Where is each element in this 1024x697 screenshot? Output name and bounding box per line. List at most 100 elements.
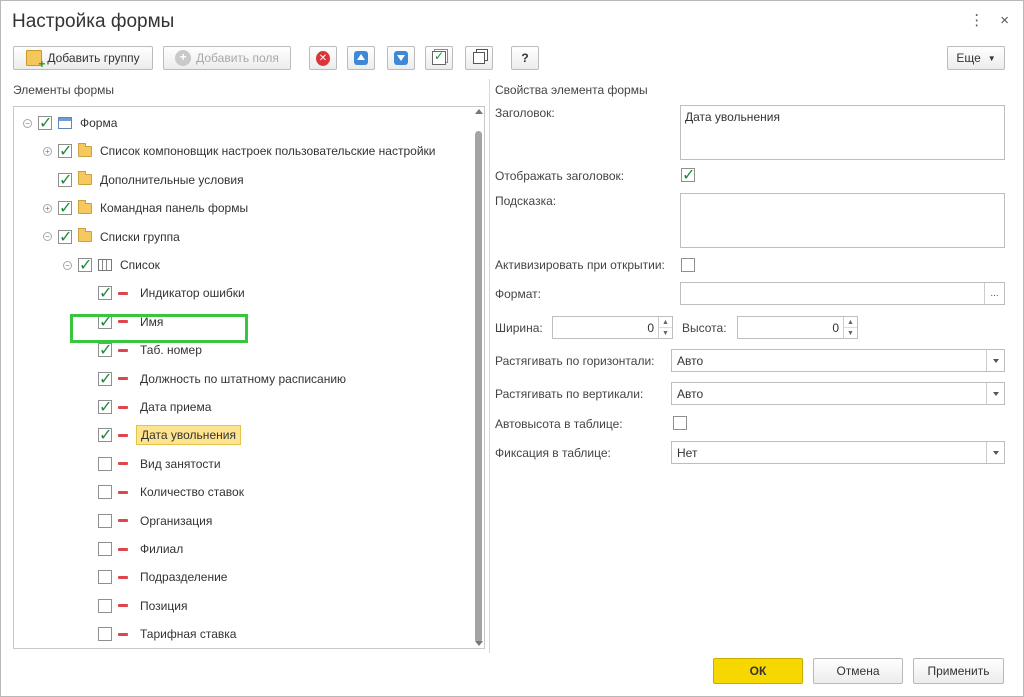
cancel-button[interactable]: Отмена — [813, 658, 903, 684]
tree-item-checkbox[interactable] — [98, 456, 112, 471]
close-icon[interactable]: × — [1000, 13, 1009, 29]
tree-item-label: Форма — [80, 116, 118, 130]
show-caption-checkbox[interactable] — [681, 165, 695, 185]
tree-item[interactable]: − Форма — [23, 112, 117, 134]
tree-item-checkbox[interactable] — [58, 227, 72, 247]
help-button[interactable]: ? — [511, 46, 539, 70]
tree-item[interactable]: Имя — [83, 311, 163, 333]
uncheck-all-button[interactable] — [465, 46, 493, 70]
tree-item-checkbox[interactable] — [98, 513, 112, 528]
tree-item-checkbox[interactable] — [58, 141, 72, 161]
tree-item[interactable]: Организация — [83, 510, 212, 532]
tree-item-checkbox[interactable] — [98, 542, 112, 556]
tree-item-checkbox[interactable] — [98, 369, 112, 389]
more-menu-icon[interactable]: ⋮ — [969, 13, 984, 29]
field-icon — [118, 291, 128, 295]
tree-item-label: Вид занятости — [140, 456, 221, 471]
tree-item-checkbox[interactable] — [38, 113, 52, 133]
delete-button[interactable]: ✕ — [309, 46, 337, 70]
spin-down-icon[interactable]: ▼ — [659, 328, 672, 338]
tree-item[interactable]: Подразделение — [83, 566, 227, 588]
tree-item-checkbox[interactable] — [98, 485, 112, 500]
tree-item[interactable]: + Список компоновщик настроек пользовател… — [43, 140, 435, 162]
tree-item[interactable]: Индикатор ошибки — [83, 282, 245, 304]
tree-item[interactable]: Дополнительные условия — [43, 169, 244, 191]
hint-field[interactable] — [680, 193, 1005, 248]
scroll-thumb[interactable] — [475, 131, 482, 643]
tree-item[interactable]: Дата приема — [83, 396, 211, 418]
horizontal-stretch-select[interactable]: Авто — [671, 349, 1005, 372]
move-up-button[interactable] — [347, 46, 375, 70]
activate-on-open-checkbox[interactable] — [681, 258, 695, 272]
caption-field[interactable]: Дата увольнения — [680, 105, 1005, 160]
chevron-down-icon[interactable] — [986, 442, 1004, 463]
width-label: Ширина: — [495, 321, 543, 335]
width-stepper[interactable]: ▲ ▼ — [658, 317, 672, 338]
tree-item-checkbox[interactable] — [98, 312, 112, 332]
chevron-down-icon: ▼ — [987, 53, 996, 63]
tree-item-checkbox[interactable] — [58, 170, 72, 190]
spin-down-icon[interactable]: ▼ — [844, 328, 857, 338]
field-icon — [118, 490, 128, 494]
spin-up-icon[interactable]: ▲ — [659, 317, 672, 328]
spin-up-icon[interactable]: ▲ — [844, 317, 857, 328]
move-down-button[interactable] — [387, 46, 415, 70]
tree-item-checkbox[interactable] — [98, 397, 112, 417]
format-select-button[interactable]: ... — [984, 283, 1004, 304]
add-group-button[interactable]: Добавить группу — [13, 46, 153, 71]
horizontal-stretch-label: Растягивать по горизонтали: — [495, 354, 655, 368]
expand-icon[interactable]: + — [43, 146, 52, 156]
ok-button[interactable]: ОК — [713, 658, 803, 684]
tree-item[interactable]: Таб. номер — [83, 339, 202, 361]
tree-item-checkbox[interactable] — [58, 198, 72, 218]
form-settings-window: Настройка формы ⋮ × Добавить группу + До… — [0, 0, 1024, 697]
tree-item-checkbox[interactable] — [78, 255, 92, 275]
add-group-label: Добавить группу — [47, 51, 140, 65]
collapse-icon[interactable]: − — [63, 260, 72, 270]
tree-item-checkbox[interactable] — [98, 627, 112, 642]
tree-item-checkbox[interactable] — [98, 598, 112, 613]
tree-scrollbar[interactable] — [474, 109, 483, 646]
fixation-select[interactable]: Нет — [671, 441, 1005, 464]
form-elements-tree[interactable]: − Форма + Список компоновщик настроек польз… — [13, 106, 485, 649]
tree-item[interactable]: Тарифная ставка — [83, 623, 236, 645]
check-all-button[interactable] — [425, 46, 453, 70]
tree-item[interactable]: Вид занятости — [83, 453, 221, 475]
collapse-icon[interactable]: − — [23, 118, 32, 128]
format-field[interactable]: ... — [680, 282, 1005, 305]
tree-item[interactable]: Количество ставок — [83, 481, 244, 503]
tree-item[interactable]: Должность по штатному расписанию — [83, 368, 346, 390]
caption-label: Заголовок: — [495, 106, 555, 120]
tree-item[interactable]: − Список — [63, 254, 160, 276]
autoheight-checkbox[interactable] — [673, 416, 687, 430]
scroll-down-icon[interactable] — [475, 641, 483, 646]
tree-item[interactable]: Позиция — [83, 595, 187, 617]
tree-item-checkbox[interactable] — [98, 340, 112, 360]
panel-divider[interactable] — [489, 79, 490, 653]
tree-item[interactable]: Филиал — [83, 538, 183, 560]
collapse-icon[interactable]: − — [43, 232, 52, 242]
tree-item-checkbox[interactable] — [98, 570, 112, 585]
tree-item-checkbox[interactable] — [98, 425, 112, 445]
field-icon — [118, 348, 128, 352]
chevron-down-icon[interactable] — [986, 383, 1004, 404]
chevron-down-icon[interactable] — [986, 350, 1004, 371]
tree-item[interactable]: − Списки группа — [43, 226, 180, 248]
tree-item-label: Организация — [140, 513, 213, 528]
add-fields-button[interactable]: + Добавить поля — [163, 46, 291, 70]
apply-button[interactable]: Применить — [913, 658, 1004, 684]
element-properties-label: Свойства элемента формы — [495, 83, 648, 97]
field-icon — [118, 405, 128, 409]
height-field[interactable]: 0 ▲ ▼ — [737, 316, 858, 339]
tree-item[interactable]: Дата увольнения — [83, 424, 241, 446]
tree-item-checkbox[interactable] — [98, 283, 112, 303]
expand-icon[interactable]: + — [43, 203, 52, 213]
more-button[interactable]: Еще ▼ — [947, 46, 1005, 70]
width-field[interactable]: 0 ▲ ▼ — [552, 316, 673, 339]
scroll-up-icon[interactable] — [475, 109, 483, 114]
tree-item[interactable]: + Командная панель формы — [43, 197, 248, 219]
tree-item-label: Позиция — [140, 598, 188, 613]
show-caption-label: Отображать заголовок: — [495, 169, 625, 183]
vertical-stretch-select[interactable]: Авто — [671, 382, 1005, 405]
height-stepper[interactable]: ▲ ▼ — [843, 317, 857, 338]
